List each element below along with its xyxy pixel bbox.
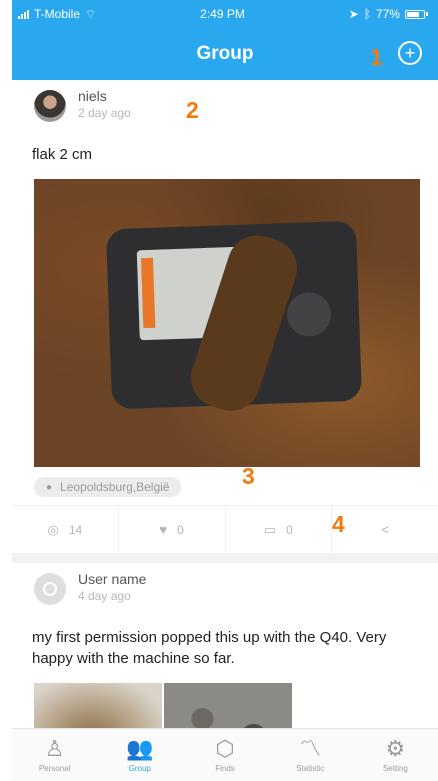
tab-setting[interactable]: ⚙ Setting — [353, 729, 438, 781]
tab-label: Group — [128, 764, 151, 773]
annotation-marker-4: 4 — [332, 511, 345, 537]
post-text: flak 2 cm — [32, 146, 93, 163]
post-author[interactable]: niels — [78, 88, 131, 104]
post-header: User name 4 day ago — [12, 563, 438, 621]
battery-icon — [404, 9, 428, 19]
tab-group[interactable]: 👥 Group — [97, 729, 182, 781]
share-button[interactable]: < — [332, 506, 438, 553]
chart-icon: 〽 — [299, 736, 322, 761]
annotation-marker-1: 1 — [370, 44, 383, 70]
tab-finds[interactable]: ⬡ Finds — [182, 729, 267, 781]
location-label: Leopoldsburg,België — [60, 480, 170, 494]
tab-personal[interactable]: ♙ Personal — [12, 729, 97, 781]
tab-label: Personal — [38, 764, 71, 773]
clock-label: 2:49 PM — [200, 7, 245, 21]
location-pin-icon: ● — [46, 481, 53, 493]
comment-icon: ▭ — [263, 521, 277, 537]
group-icon: 👥 — [126, 736, 154, 761]
likes-count: 0 — [177, 522, 184, 537]
person-icon: ♙ — [44, 736, 65, 761]
signal-icon — [18, 9, 29, 19]
settings-icon: ⚙ — [385, 736, 406, 761]
carrier-label: T-Mobile — [34, 7, 81, 21]
comment-button[interactable]: ▭ 0 — [226, 506, 333, 553]
tab-label: Finds — [215, 764, 235, 773]
location-tag[interactable]: ● Leopoldsburg,België — [34, 477, 182, 497]
post-photos[interactable] — [34, 683, 438, 728]
plus-circle-icon: + — [404, 43, 416, 63]
annotation-marker-3: 3 — [242, 463, 255, 489]
post-header: niels 2 day ago — [12, 80, 438, 138]
post-time: 2 day ago — [78, 106, 131, 120]
post-time: 4 day ago — [78, 589, 131, 603]
wifi-icon: ⌔ — [85, 6, 97, 21]
feed[interactable]: niels 2 day ago flak 2 cm ● Leopoldsburg… — [12, 80, 438, 728]
location-arrow-icon: ➤ — [348, 7, 359, 21]
share-icon: < — [381, 522, 389, 537]
battery-percent: 77% — [375, 7, 400, 21]
tab-label: Statistic — [296, 764, 325, 773]
views-button[interactable]: ◎ 14 — [12, 506, 119, 553]
box-icon: ⬡ — [215, 736, 235, 761]
like-button[interactable]: ♥ 0 — [119, 506, 226, 553]
eye-icon: ◎ — [47, 521, 59, 537]
views-count: 14 — [68, 522, 83, 537]
post-card[interactable]: niels 2 day ago flak 2 cm ● Leopoldsburg… — [12, 80, 438, 553]
bluetooth-icon: ᛒ — [363, 7, 371, 21]
post-photo-thumb[interactable] — [34, 683, 162, 728]
avatar[interactable] — [34, 573, 66, 605]
annotation-marker-2: 2 — [186, 97, 199, 123]
post-author[interactable]: User name — [78, 571, 146, 587]
post-actions: ◎ 14 ♥ 0 ▭ 0 < — [12, 505, 438, 553]
post-text: my first permission popped this up with … — [32, 629, 387, 667]
post-photo-thumb[interactable] — [164, 683, 292, 728]
avatar[interactable] — [34, 90, 66, 122]
heart-icon: ♥ — [159, 522, 168, 537]
post-photo[interactable] — [34, 179, 420, 467]
page-title: Group — [196, 43, 254, 64]
tab-statistic[interactable]: 〽 Statistic — [268, 729, 353, 781]
bottom-tab-bar: ♙ Personal 👥 Group ⬡ Finds 〽 Statistic ⚙… — [12, 728, 438, 781]
tab-label: Setting — [382, 764, 408, 773]
status-bar: T-Mobile ⌔ 2:49 PM ➤ ᛒ 77% — [12, 0, 438, 28]
comments-count: 0 — [286, 522, 293, 537]
post-card[interactable]: User name 4 day ago my first permission … — [12, 563, 438, 728]
add-post-button[interactable]: + — [398, 41, 422, 65]
